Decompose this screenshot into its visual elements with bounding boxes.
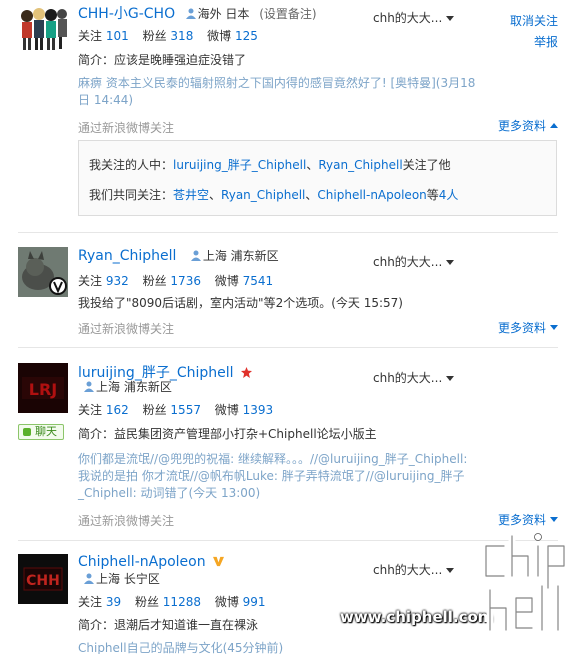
weibo-count[interactable]: 991 — [243, 595, 266, 609]
follow-label: 关注 — [78, 274, 103, 288]
latest-weibo[interactable]: 麻痹 资本主义民泰的辐射照射之下国内得的感冒竟然好了! [奥特曼](3月18日 … — [78, 75, 478, 109]
follow-source: 通过新浪微博关注 — [78, 322, 175, 336]
follow-label: 关注 — [78, 29, 103, 43]
avatar[interactable] — [18, 247, 68, 297]
svg-text:CHH: CHH — [26, 573, 60, 589]
follow-label: 关注 — [78, 403, 103, 417]
common-following-row: 我们共同关注：苍井空、Ryan_Chiphell、Chiphell-nApole… — [89, 188, 459, 202]
common-count-link[interactable]: 4人 — [439, 188, 459, 202]
user-intro: 简介：应该是晚睡强迫症没错了 — [78, 53, 247, 67]
follow-count[interactable]: 39 — [106, 595, 121, 609]
remark-link[interactable]: (设置备注) — [259, 7, 316, 21]
weibo-label: 微博 — [214, 595, 239, 609]
chiphell-logo — [482, 532, 568, 634]
chevron-down-icon — [446, 16, 455, 21]
avatar[interactable]: LRJ — [18, 363, 68, 413]
relation-link[interactable]: Ryan_Chiphell — [318, 158, 402, 172]
user-icon — [84, 573, 94, 584]
relation-link[interactable]: 苍井空 — [173, 188, 209, 202]
user-intro: 简介：益民集团资产管理部小打杂+Chiphell论坛小版主 — [78, 427, 377, 441]
location: 上海 浦东新区 — [84, 378, 172, 395]
user-stats: 关注 162 粉丝 1557 微博 1393 — [78, 401, 283, 418]
group-dropdown[interactable]: chh的大大... — [373, 253, 455, 270]
avatar[interactable]: CHH — [18, 554, 68, 604]
follow-label: 关注 — [78, 595, 103, 609]
more-info-toggle[interactable]: 更多资料 — [498, 319, 559, 336]
user-stats: 关注 39 粉丝 11288 微博 991 — [78, 593, 276, 610]
fans-label: 粉丝 — [142, 29, 167, 43]
weibo-label: 微博 — [214, 403, 239, 417]
user-icon — [185, 8, 196, 19]
location: 上海 浦东新区 — [190, 249, 279, 263]
more-info-toggle[interactable]: 更多资料 — [498, 117, 559, 134]
chevron-down-icon — [446, 260, 455, 265]
svg-text:LRJ: LRJ — [29, 380, 57, 399]
location: 上海 长宁区 — [84, 570, 160, 587]
fans-label: 粉丝 — [142, 403, 167, 417]
verified-v-icon — [213, 556, 225, 567]
divider — [18, 232, 558, 233]
user-icon — [84, 381, 94, 392]
chat-icon — [23, 428, 31, 436]
chevron-up-icon — [550, 123, 559, 128]
follow-count[interactable]: 162 — [106, 403, 129, 417]
follow-count[interactable]: 932 — [106, 274, 129, 288]
user-name[interactable]: Chiphell-nApoleon — [78, 554, 225, 570]
weibo-label: 微博 — [214, 274, 239, 288]
chevron-down-icon — [446, 376, 455, 381]
relation-panel: 我关注的人中：luruijing_胖子_Chiphell、Ryan_Chiphe… — [78, 140, 557, 216]
group-dropdown[interactable]: chh的大大... — [373, 9, 455, 26]
user-stats: 关注 101 粉丝 318 微博 125 — [78, 27, 268, 44]
unfollow-button[interactable]: 取消关注 — [510, 12, 558, 29]
latest-weibo[interactable]: Chiphell自己的品牌与文化(45分钟前) — [78, 640, 478, 654]
user-name[interactable]: CHH-小G-CHO 海外 日本 (设置备注) — [78, 3, 317, 23]
user-icon — [190, 250, 201, 261]
fans-count[interactable]: 1557 — [170, 403, 201, 417]
relation-link[interactable]: Chiphell-nApoleon — [317, 188, 426, 202]
more-info-toggle[interactable]: 更多资料 — [498, 511, 559, 528]
group-dropdown[interactable]: chh的大大... — [373, 561, 455, 578]
weibo-count[interactable]: 125 — [235, 29, 258, 43]
user-intro: 简介：退潮后才知道谁一直在裸泳 — [78, 618, 259, 632]
location: 海外 日本 — [185, 7, 254, 21]
relation-link[interactable]: luruijing_胖子_Chiphell — [173, 158, 306, 172]
follow-source: 通过新浪微博关注 — [78, 514, 175, 528]
fans-label: 粉丝 — [134, 595, 159, 609]
fans-count[interactable]: 318 — [170, 29, 193, 43]
chevron-down-icon — [550, 517, 559, 522]
mutual-following-row: 我关注的人中：luruijing_胖子_Chiphell、Ryan_Chiphe… — [89, 158, 451, 172]
chevron-down-icon — [446, 568, 455, 573]
latest-weibo[interactable]: 你们都是流氓//@兜兜的祝福: 继续解释。。。//@luruijing_胖子_C… — [78, 451, 498, 502]
follow-count[interactable]: 101 — [106, 29, 129, 43]
weibo-label: 微博 — [207, 29, 232, 43]
user-name[interactable]: Ryan_Chiphell 上海 浦东新区 — [78, 247, 279, 264]
fans-count[interactable]: 1736 — [170, 274, 201, 288]
fans-count[interactable]: 11288 — [163, 595, 201, 609]
star-badge-icon — [240, 367, 252, 378]
fans-label: 粉丝 — [142, 274, 167, 288]
weibo-count[interactable]: 1393 — [243, 403, 274, 417]
user-stats: 关注 932 粉丝 1736 微博 7541 — [78, 272, 283, 289]
relation-link[interactable]: Ryan_Chiphell — [221, 188, 305, 202]
group-dropdown[interactable]: chh的大大... — [373, 369, 455, 386]
divider — [18, 347, 558, 348]
chevron-down-icon — [550, 325, 559, 330]
follow-source: 通过新浪微博关注 — [78, 121, 175, 135]
avatar[interactable] — [18, 4, 68, 54]
watermark-url: www.chiphell.com — [340, 608, 494, 626]
chat-button[interactable]: 聊天 — [18, 424, 64, 440]
weibo-count[interactable]: 7541 — [243, 274, 274, 288]
report-button[interactable]: 举报 — [534, 33, 558, 50]
latest-weibo[interactable]: 我投给了"8090后话剧，室内活动"等2个选项。(今天 15:57) — [78, 294, 403, 311]
